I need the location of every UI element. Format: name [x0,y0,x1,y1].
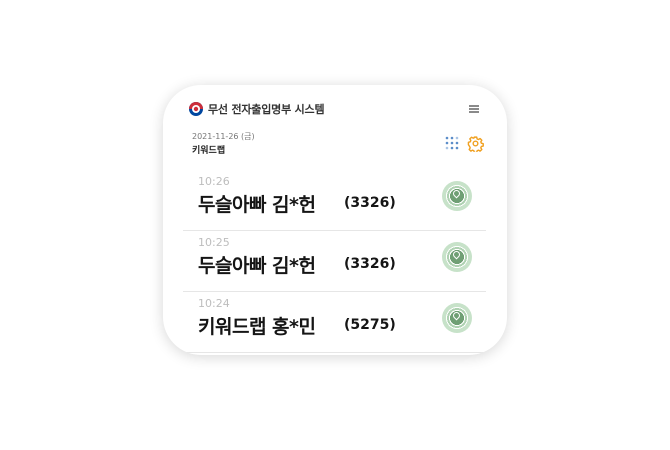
current-date: 2021-11-26 (금) [192,132,255,141]
app-title: 무선 전자출입명부 시스템 [208,103,325,116]
entry-time: 10:26 [198,175,230,188]
entry-code: (5275) [344,317,396,333]
app-header: 무선 전자출입명부 시스템 [189,101,325,117]
taeguk-logo-icon [189,102,203,116]
dots-grid-icon[interactable] [445,136,459,150]
place-name: 키워드랩 [192,146,226,156]
list-item[interactable]: 10:24 키워드랩 홍*민 (5275) [183,291,486,353]
entry-code: (3326) [344,195,396,211]
location-pin-icon[interactable] [442,181,472,211]
gear-icon[interactable] [467,135,484,152]
location-pin-icon[interactable] [442,242,472,272]
entry-name: 두슬아빠 김*헌 [198,255,316,277]
entry-code: (3326) [344,256,396,272]
entry-name: 키워드랩 홍*민 [198,316,316,338]
entry-time: 10:25 [198,236,230,249]
location-pin-icon[interactable] [442,303,472,333]
entry-name: 두슬아빠 김*헌 [198,194,316,216]
list-item[interactable]: 10:25 두슬아빠 김*헌 (3326) [183,230,486,292]
hamburger-menu-icon[interactable] [469,105,479,113]
list-item[interactable]: 10:26 두슬아빠 김*헌 (3326) [183,169,486,231]
entry-time: 10:24 [198,297,230,310]
app-card: 무선 전자출입명부 시스템 2021-11-26 (금) 키워드랩 10:26 … [163,85,507,355]
